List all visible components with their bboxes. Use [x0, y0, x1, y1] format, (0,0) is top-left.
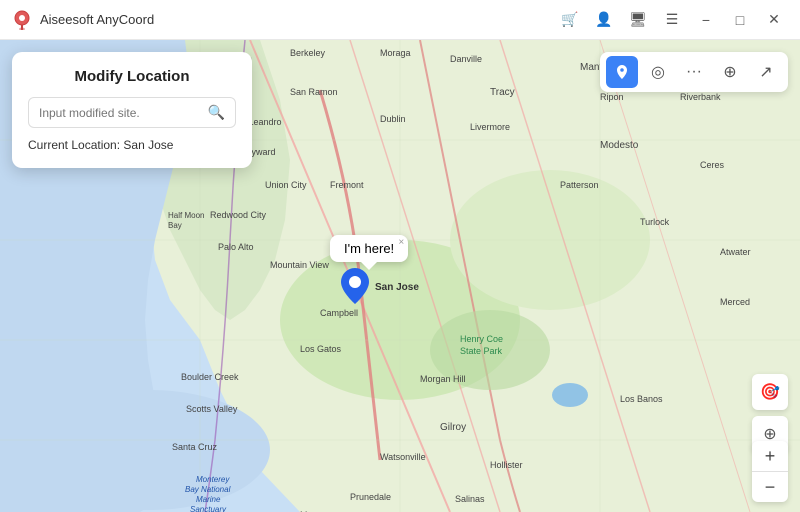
app-title: Aiseesoft AnyCoord [40, 12, 154, 27]
app-logo-icon [12, 10, 32, 30]
svg-text:Redwood City: Redwood City [210, 210, 267, 220]
panel-title: Modify Location [28, 68, 236, 85]
svg-text:Merced: Merced [720, 297, 750, 307]
svg-text:Boulder Creek: Boulder Creek [181, 372, 239, 382]
svg-text:Los Gatos: Los Gatos [300, 344, 342, 354]
current-location-display: Current Location: San Jose [28, 138, 236, 152]
search-input[interactable] [39, 106, 202, 120]
svg-text:Ripon: Ripon [600, 92, 624, 102]
zoom-controls: + − [752, 441, 788, 502]
svg-text:San Ramon: San Ramon [290, 87, 338, 97]
minimize-button[interactable]: − [692, 6, 720, 34]
toolbar-crosshair-button[interactable]: ⊕ [714, 56, 746, 88]
svg-text:Atwater: Atwater [720, 247, 751, 257]
svg-text:Gilroy: Gilroy [440, 422, 466, 433]
svg-text:Los Banos: Los Banos [620, 394, 663, 404]
location-target-button[interactable]: 🎯 [752, 374, 788, 410]
svg-text:Bay: Bay [168, 221, 182, 230]
svg-text:Livermore: Livermore [470, 122, 510, 132]
svg-text:San Jose: San Jose [375, 282, 419, 293]
svg-text:Fremont: Fremont [330, 180, 364, 190]
main-area: Sausalito Berkeley Moraga Danville Mante… [0, 40, 800, 512]
toolbar-dots-button[interactable]: ··· [678, 56, 710, 88]
toolbar-export-button[interactable]: ↗ [750, 56, 782, 88]
monitor-button[interactable]: 🖥 [624, 6, 652, 34]
toolbar-target-button[interactable]: ◎ [642, 56, 674, 88]
svg-text:Union City: Union City [265, 180, 307, 190]
svg-text:State Park: State Park [460, 346, 503, 356]
popup-close-button[interactable]: × [398, 237, 404, 248]
svg-text:Santa Cruz: Santa Cruz [172, 442, 218, 452]
close-button[interactable]: ✕ [760, 6, 788, 34]
svg-text:Marine: Marine [196, 495, 221, 504]
svg-text:Bay National: Bay National [185, 485, 231, 494]
svg-text:Moraga: Moraga [380, 48, 411, 58]
cart-button[interactable]: 🛒 [556, 6, 584, 34]
svg-text:Danville: Danville [450, 54, 482, 64]
search-icon[interactable]: 🔍 [208, 104, 225, 121]
svg-text:Tracy: Tracy [490, 87, 515, 98]
svg-text:Palo Alto: Palo Alto [218, 242, 254, 252]
search-box: 🔍 [28, 97, 236, 128]
location-popup: × I'm here! [330, 235, 408, 262]
svg-text:Watsonville: Watsonville [380, 452, 426, 462]
svg-text:Prunedale: Prunedale [350, 492, 391, 502]
svg-text:Henry Coe: Henry Coe [460, 334, 503, 344]
menu-button[interactable]: ☰ [658, 6, 686, 34]
svg-text:Salinas: Salinas [455, 494, 485, 504]
svg-text:Patterson: Patterson [560, 180, 599, 190]
svg-text:Half Moon: Half Moon [168, 211, 204, 220]
svg-text:Riverbank: Riverbank [680, 92, 721, 102]
svg-text:Scotts Valley: Scotts Valley [186, 404, 238, 414]
svg-text:Ceres: Ceres [700, 160, 725, 170]
svg-text:Dublin: Dublin [380, 114, 406, 124]
titlebar-left: Aiseesoft AnyCoord [12, 10, 154, 30]
location-pin-icon [341, 268, 369, 311]
user-button[interactable]: 👤 [590, 6, 618, 34]
svg-text:Turlock: Turlock [640, 217, 670, 227]
titlebar: Aiseesoft AnyCoord 🛒 👤 🖥 ☰ − □ ✕ [0, 0, 800, 40]
modify-location-panel: Modify Location 🔍 Current Location: San … [12, 52, 252, 168]
svg-text:Monterey: Monterey [196, 475, 230, 484]
svg-text:Modesto: Modesto [600, 140, 639, 151]
svg-text:Hollister: Hollister [490, 460, 523, 470]
svg-text:Sanctuary: Sanctuary [190, 505, 227, 512]
svg-text:Mountain View: Mountain View [270, 260, 329, 270]
zoom-in-button[interactable]: + [752, 441, 788, 471]
maximize-button[interactable]: □ [726, 6, 754, 34]
popup-text: I'm here! [344, 241, 394, 256]
map-toolbar: ◎ ··· ⊕ ↗ [600, 52, 788, 92]
svg-text:Morgan Hill: Morgan Hill [420, 374, 466, 384]
toolbar-location-button[interactable] [606, 56, 638, 88]
svg-text:Berkeley: Berkeley [290, 48, 326, 58]
zoom-out-button[interactable]: − [752, 472, 788, 502]
titlebar-controls: 🛒 👤 🖥 ☰ − □ ✕ [556, 6, 788, 34]
